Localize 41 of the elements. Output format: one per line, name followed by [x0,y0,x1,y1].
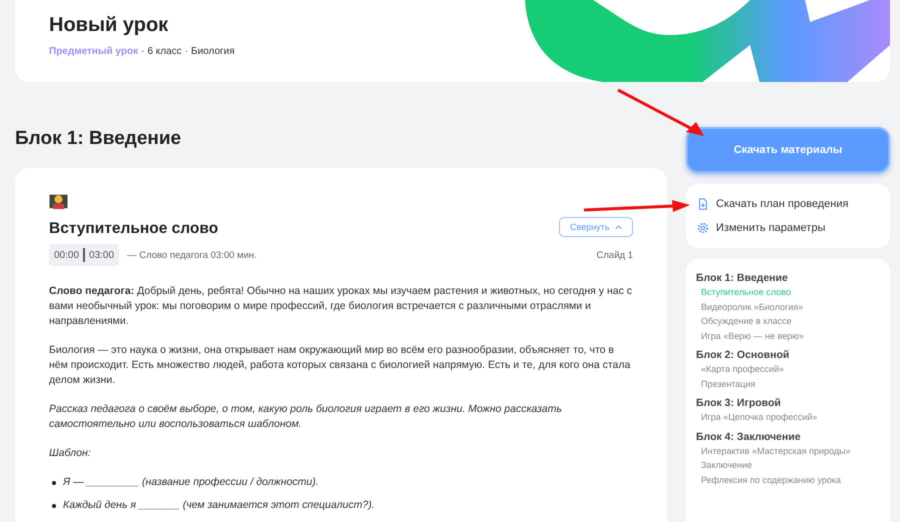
outline-item[interactable]: Интерактив «Мастерская природы» [696,444,880,458]
outline-block-title[interactable]: Блок 2: Основной [696,349,880,361]
step-title: Вступительное слово [49,220,218,238]
slide-number: Слайд 1 [596,250,633,260]
action-link[interactable]: Изменить параметры [697,222,879,234]
outline-item[interactable]: Игра «Верю — не верю» [696,328,880,343]
paragraph: Биология — это наука о жизни, она открывает нам окружающий мир во всём его разнообразии, объясняет то, что в нём происходит. Есть множество людей, работа которых связана с биологией напрямую. Есть и те, для кого она стала делом жизни. [49,343,632,388]
time-note: — Слово педагога 03:00 мин. [127,250,257,260]
outline-item[interactable]: Рефлексия по содержанию урока [696,472,880,487]
collapse-button[interactable]: Свернуть [559,217,633,237]
download-materials-button[interactable]: Скачать материалы [686,127,890,173]
lesson-meta: Биология [191,46,235,57]
settings-icon [697,222,709,234]
document-download-icon [697,198,709,210]
outline-item[interactable]: Игра «Цепочка профессий» [696,410,880,424]
template-line: Я — _________ (название профессии / должности). [63,475,319,490]
note-paragraph: Шаблон: [49,446,92,461]
note-paragraph: Рассказ педагога о своём выборе, о том, какую роль биология играет в его жизни. Можно рассказать самостоятельно или воспользоваться шаблоном. [49,402,563,432]
template-line: Каждый день я _______ (чем занимается этот специалист?). [63,498,375,513]
separator-dot: · [184,46,188,57]
outline-block-title[interactable]: Блок 4: Заключение [696,430,880,442]
action-link[interactable]: Скачать план проведения [697,198,879,210]
block-heading: Блок 1: Введение [15,128,182,150]
outline-item[interactable]: Видеоролик «Биология» [696,300,880,314]
bullet-icon [52,480,56,484]
lesson-meta: Предметный урок [49,46,138,57]
paragraph: Слово педагога: Добрый день, ребята! Обычно на наших уроках мы изучаем растения и животных, но сегодня у нас с вами необычный урок: мы поговорим о мире профессий, где биология встречается с различными отраслями и направлениями. [49,284,633,329]
outline-item[interactable]: Обсуждение в классе [696,314,880,328]
outline-block-title[interactable]: Блок 3: Игровой [696,397,880,409]
teacher-icon [49,192,68,210]
time-range: 00:00 03:00 [49,244,120,266]
lesson-meta: 6 класс [147,46,182,57]
bullet-icon [52,504,56,508]
separator-dot: · [141,46,144,57]
outline-item[interactable]: Презентация [696,376,880,391]
lesson-title: Новый урок [49,14,170,37]
outline-item[interactable]: Заключение [696,458,880,472]
outline-block-title[interactable]: Блок 1: Введение [696,272,880,284]
outline-item[interactable]: «Карта профессий» [696,362,880,376]
chevron-up-icon [615,225,622,230]
outline-item[interactable]: Вступительное слово [696,285,880,300]
